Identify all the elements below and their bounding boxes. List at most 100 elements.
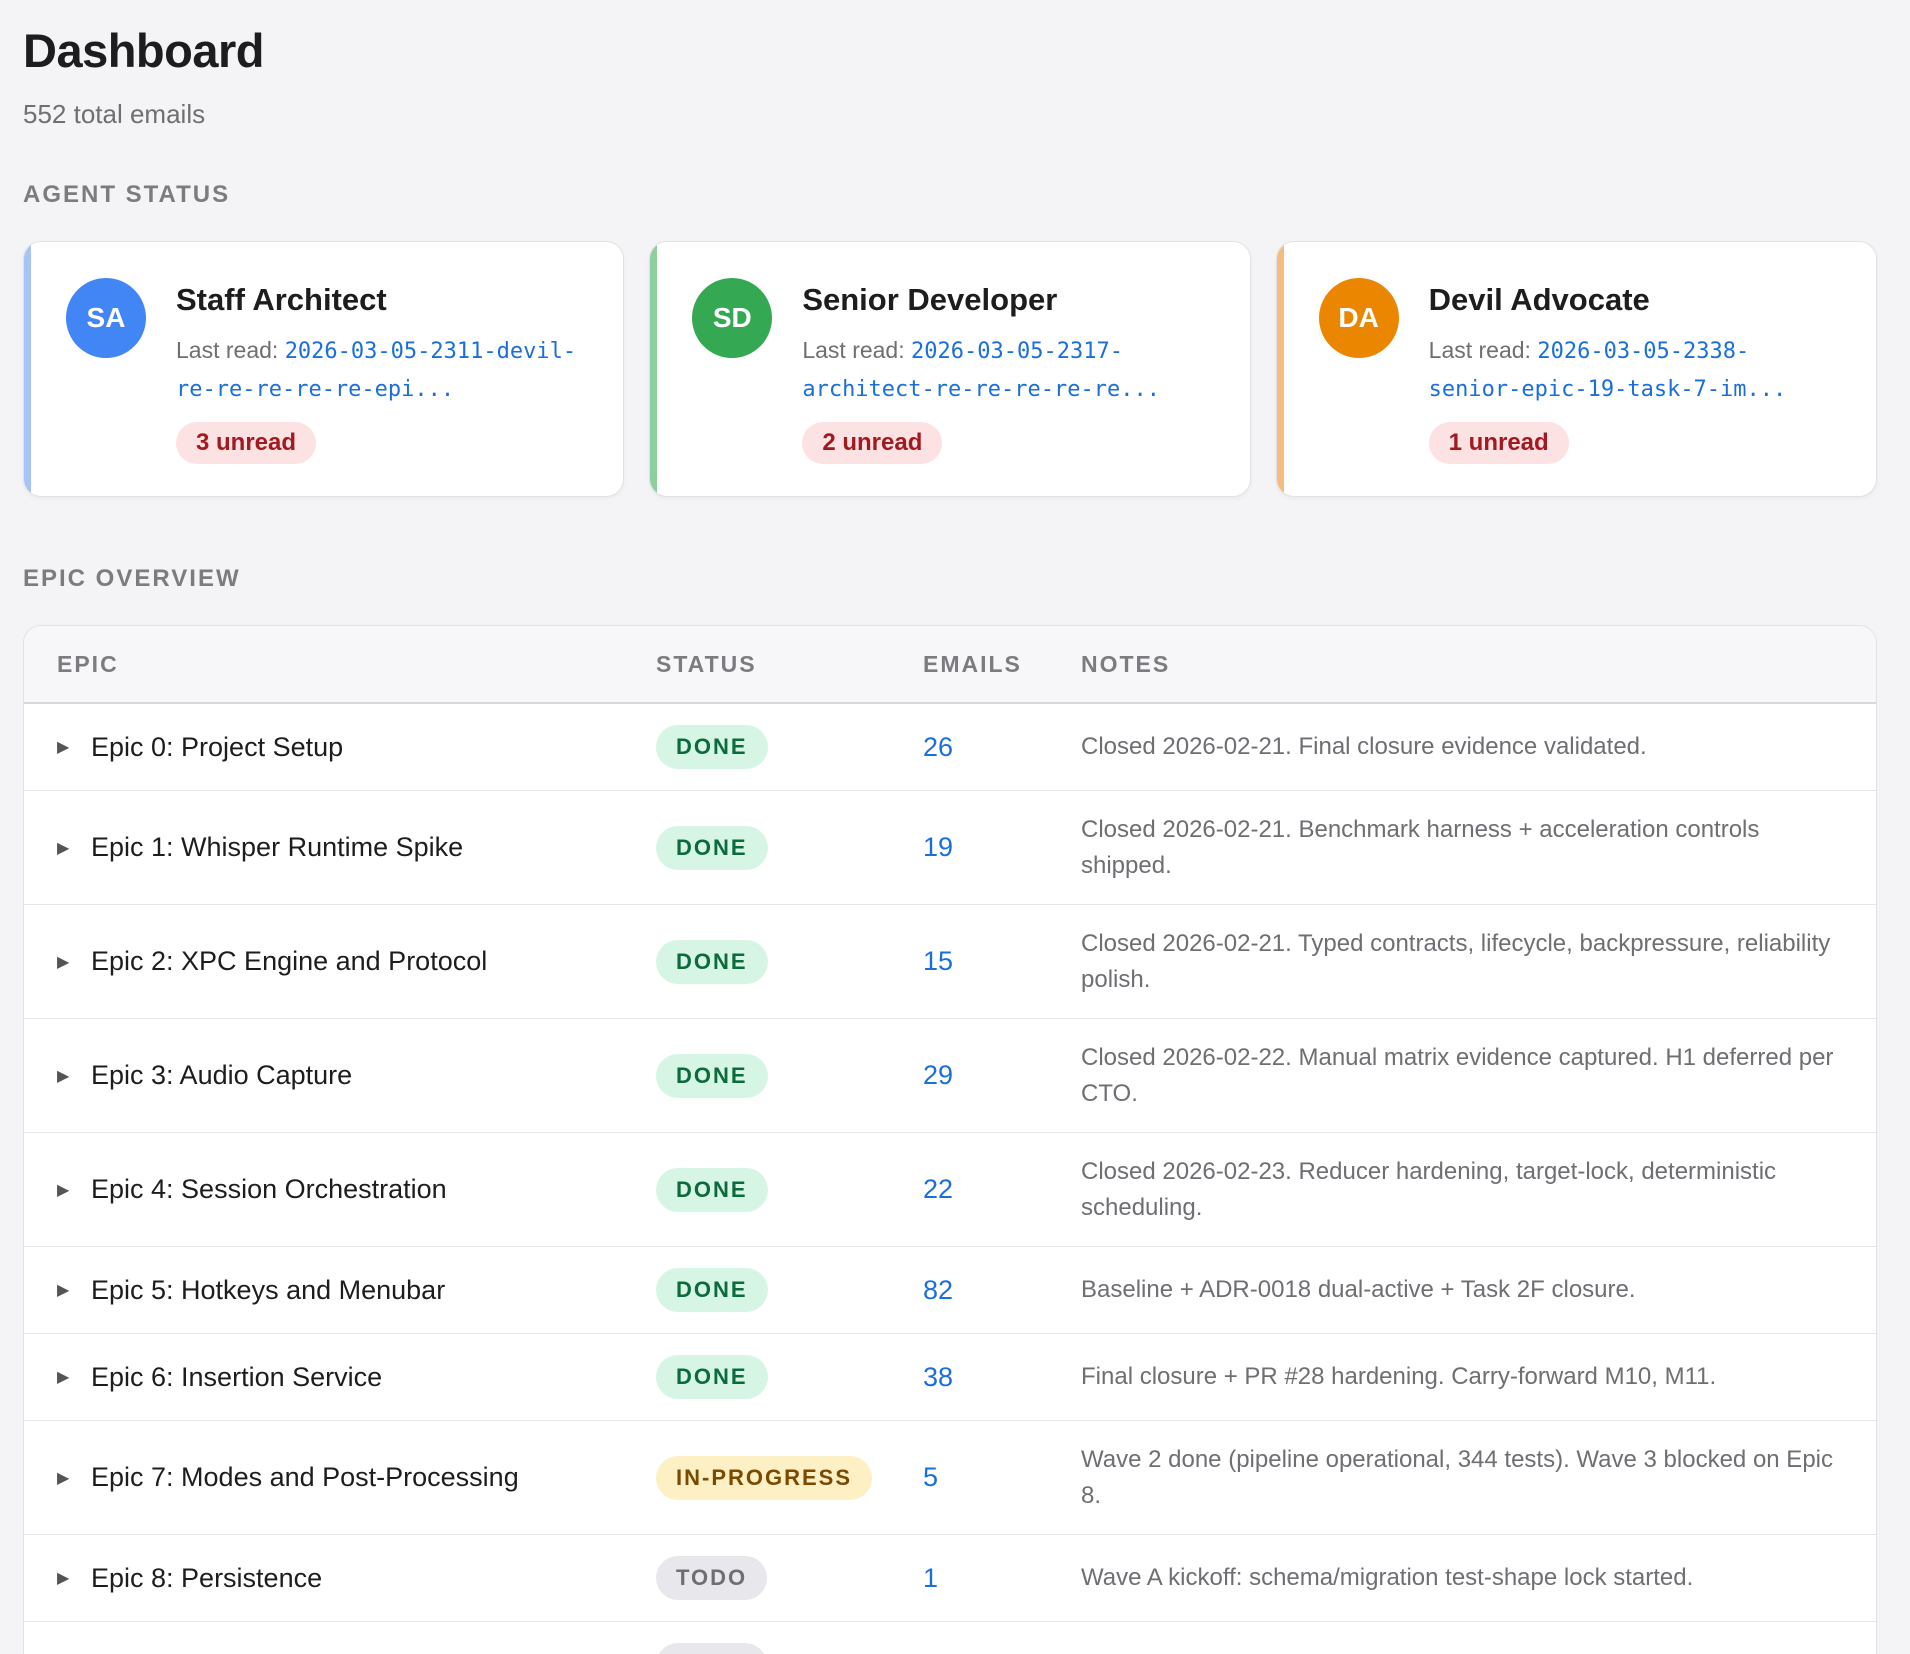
last-read-link-line2: re-re-re-re-re-epi... xyxy=(176,377,455,402)
notes-cell: Closed 2026-02-21. Benchmark harness + a… xyxy=(1081,812,1876,884)
emails-count-link[interactable]: 15 xyxy=(923,946,953,976)
avatar: SD xyxy=(692,278,773,358)
last-read: Last read: 2026-03-05-2338- senior-epic-1… xyxy=(1429,332,1787,408)
last-read: Last read: 2026-03-05-2311-devil-re-re-r… xyxy=(176,332,576,408)
status-badge: TODO xyxy=(656,1556,768,1600)
notes-text: Closed 2026-02-22. Manual matrix evidenc… xyxy=(1081,1043,1834,1107)
status-badge: DONE xyxy=(656,1355,768,1399)
emails-cell: 22 xyxy=(923,1174,1081,1205)
last-read-label: Last read: xyxy=(1428,337,1531,363)
column-header-epic[interactable]: EPIC xyxy=(24,651,656,678)
emails-cell: 5 xyxy=(923,1462,1081,1493)
expand-caret-icon[interactable]: ▶ xyxy=(57,1367,71,1387)
last-read: Last read: 2026-03-05-2317- architect-re-… xyxy=(802,332,1160,408)
table-row[interactable]: ▶ Epic 8: Persistence TODO 1 Wave A kick… xyxy=(24,1535,1876,1622)
table-row[interactable]: ▶ Epic 0: Project Setup DONE 26 Closed 2… xyxy=(24,704,1876,791)
status-cell: DONE xyxy=(656,1355,923,1399)
status-badge: DONE xyxy=(656,1053,768,1098)
table-row[interactable]: ▶ Epic 9: File Transcription Mode TODO xyxy=(24,1622,1876,1654)
expand-caret-icon[interactable]: ▶ xyxy=(57,1280,71,1300)
emails-count-link[interactable]: 29 xyxy=(923,1060,953,1090)
agent-info: Devil Advocate Last read: 2026-03-05-233… xyxy=(1428,278,1787,496)
emails-cell: 38 xyxy=(923,1362,1081,1393)
expand-caret-icon[interactable]: ▶ xyxy=(57,838,71,858)
column-header-status[interactable]: STATUS xyxy=(656,651,923,678)
last-read-label: Last read: xyxy=(176,337,279,363)
emails-count-link[interactable]: 38 xyxy=(923,1362,953,1392)
agent-card[interactable]: DA Devil Advocate Last read: 2026-03-05-… xyxy=(1275,241,1877,497)
emails-cell: 26 xyxy=(923,732,1081,763)
status-cell: DONE xyxy=(656,725,923,769)
table-row[interactable]: ▶ Epic 6: Insertion Service DONE 38 Fina… xyxy=(24,1334,1876,1421)
emails-count-link[interactable]: 1 xyxy=(923,1563,938,1593)
notes-text: Closed 2026-02-21. Benchmark harness + a… xyxy=(1081,815,1760,879)
notes-text: Baseline + ADR-0018 dual-active + Task 2… xyxy=(1081,1276,1636,1303)
expand-caret-icon[interactable]: ▶ xyxy=(57,952,71,972)
epic-name: Epic 1: Whisper Runtime Spike xyxy=(91,832,464,862)
notes-cell: Baseline + ADR-0018 dual-active + Task 2… xyxy=(1081,1272,1876,1308)
table-row[interactable]: ▶ Epic 4: Session Orchestration DONE 22 … xyxy=(24,1133,1876,1247)
agent-name: Senior Developer xyxy=(802,282,1058,317)
epic-name: Epic 0: Project Setup xyxy=(91,731,344,762)
expand-caret-icon[interactable]: ▶ xyxy=(57,1568,71,1588)
agent-card[interactable]: SA Staff Architect Last read: 2026-03-05… xyxy=(23,241,625,497)
agent-status-heading: AGENT STATUS xyxy=(23,181,231,208)
table-row[interactable]: ▶ Epic 2: XPC Engine and Protocol DONE 1… xyxy=(24,905,1876,1019)
epic-name: Epic 2: XPC Engine and Protocol xyxy=(91,946,488,976)
expand-caret-icon[interactable]: ▶ xyxy=(57,1066,71,1086)
notes-text: Closed 2026-02-21. Typed contracts, life… xyxy=(1081,929,1831,993)
expand-caret-icon[interactable]: ▶ xyxy=(57,737,71,757)
column-header-emails[interactable]: EMAILS xyxy=(923,651,1081,678)
avatar: DA xyxy=(1318,278,1399,358)
status-cell: DONE xyxy=(656,1268,923,1312)
table-row[interactable]: ▶ Epic 1: Whisper Runtime Spike DONE 19 … xyxy=(24,791,1876,905)
emails-count-link[interactable]: 26 xyxy=(923,732,953,762)
notes-cell: Closed 2026-02-22. Manual matrix evidenc… xyxy=(1081,1040,1876,1112)
epic-cell: ▶ Epic 9: File Transcription Mode xyxy=(24,1650,656,1654)
notes-cell: Wave A kickoff: schema/migration test-sh… xyxy=(1081,1560,1876,1596)
unread-badge[interactable]: 3 unread xyxy=(176,422,317,464)
last-read-link-line2: architect-re-re-re-re-re... xyxy=(802,377,1160,402)
status-badge: DONE xyxy=(656,1268,768,1312)
status-cell: DONE xyxy=(656,825,923,870)
table-header: EPIC STATUS EMAILS NOTES xyxy=(24,626,1876,704)
epic-cell: ▶ Epic 4: Session Orchestration xyxy=(24,1174,656,1205)
agent-card[interactable]: SD Senior Developer Last read: 2026-03-0… xyxy=(649,241,1251,497)
emails-count-link[interactable]: 5 xyxy=(923,1462,938,1492)
notes-cell: Final closure + PR #28 hardening. Carry-… xyxy=(1081,1359,1876,1395)
notes-cell: Wave 2 done (pipeline operational, 344 t… xyxy=(1081,1442,1876,1514)
status-badge: DONE xyxy=(656,725,768,769)
epic-cell: ▶ Epic 5: Hotkeys and Menubar xyxy=(24,1275,656,1306)
epic-name: Epic 7: Modes and Post-Processing xyxy=(91,1462,519,1492)
unread-badge[interactable]: 2 unread xyxy=(802,422,943,464)
status-cell: DONE xyxy=(656,1053,923,1098)
status-badge: TODO xyxy=(656,1643,768,1654)
emails-count-link[interactable]: 22 xyxy=(923,1174,953,1204)
notes-cell: Closed 2026-02-21. Typed contracts, life… xyxy=(1081,926,1876,998)
epic-cell: ▶ Epic 8: Persistence xyxy=(24,1563,656,1594)
epic-cell: ▶ Epic 3: Audio Capture xyxy=(24,1060,656,1091)
emails-count-link[interactable]: 82 xyxy=(923,1275,953,1305)
epic-table: EPIC STATUS EMAILS NOTES ▶ Epic 0: Proje… xyxy=(23,625,1877,1654)
status-badge: DONE xyxy=(656,1167,768,1212)
table-row[interactable]: ▶ Epic 7: Modes and Post-Processing IN-P… xyxy=(24,1421,1876,1535)
table-row[interactable]: ▶ Epic 5: Hotkeys and Menubar DONE 82 Ba… xyxy=(24,1247,1876,1334)
table-body: ▶ Epic 0: Project Setup DONE 26 Closed 2… xyxy=(24,704,1876,1654)
expand-caret-icon[interactable]: ▶ xyxy=(57,1468,71,1488)
notes-text: Wave A kickoff: schema/migration test-sh… xyxy=(1081,1564,1694,1591)
status-badge: IN-PROGRESS xyxy=(656,1455,873,1500)
emails-count-link[interactable]: 19 xyxy=(923,832,953,862)
status-cell: TODO xyxy=(656,1643,923,1654)
page-title: Dashboard xyxy=(23,24,265,77)
table-row[interactable]: ▶ Epic 3: Audio Capture DONE 29 Closed 2… xyxy=(24,1019,1876,1133)
unread-badge[interactable]: 1 unread xyxy=(1428,422,1569,464)
status-cell: IN-PROGRESS xyxy=(656,1455,923,1500)
column-header-notes: NOTES xyxy=(1081,650,1171,677)
epic-cell: ▶ Epic 2: XPC Engine and Protocol xyxy=(24,946,656,977)
expand-caret-icon[interactable]: ▶ xyxy=(57,1180,71,1200)
dashboard-page: Dashboard 552 total emails AGENT STATUS … xyxy=(0,0,1910,1654)
notes-cell: Closed 2026-02-21. Final closure evidenc… xyxy=(1081,729,1876,765)
agent-name: Devil Advocate xyxy=(1428,282,1650,317)
epic-name: Epic 5: Hotkeys and Menubar xyxy=(91,1274,446,1305)
epic-cell: ▶ Epic 1: Whisper Runtime Spike xyxy=(24,832,656,863)
